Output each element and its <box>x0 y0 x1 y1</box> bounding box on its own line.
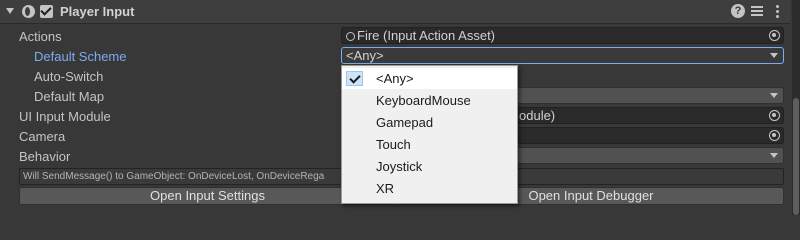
scheme-option-xr[interactable]: XR <box>342 178 517 199</box>
actions-label: Actions <box>19 29 62 44</box>
scheme-option-gamepad[interactable]: Gamepad <box>342 112 517 133</box>
scheme-option-keyboardmouse[interactable]: KeyboardMouse <box>342 90 517 111</box>
ui-input-module-label: UI Input Module <box>19 109 111 124</box>
object-picker-icon[interactable] <box>769 130 780 141</box>
open-input-settings-button[interactable]: Open Input Settings <box>19 187 396 205</box>
chevron-down-icon <box>770 153 778 158</box>
scheme-dropdown-menu: <Any> KeyboardMouse Gamepad Touch Joysti… <box>341 65 518 204</box>
option-label: <Any> <box>376 71 414 86</box>
scheme-option-any[interactable]: <Any> <box>342 68 517 89</box>
input-action-asset-icon <box>346 32 355 41</box>
component-enabled-checkbox[interactable] <box>40 5 53 18</box>
scheme-option-joystick[interactable]: Joystick <box>342 156 517 177</box>
presets-sliders-icon[interactable] <box>750 4 764 18</box>
option-label: Gamepad <box>376 115 434 130</box>
foldout-arrow-icon[interactable] <box>6 8 14 14</box>
option-label: Joystick <box>376 159 423 174</box>
object-picker-icon[interactable] <box>769 110 780 121</box>
default-scheme-dropdown[interactable]: <Any> <box>341 47 784 64</box>
help-icon[interactable]: ? <box>731 4 745 18</box>
chevron-down-icon <box>770 93 778 98</box>
player-input-icon <box>22 5 35 18</box>
behavior-label: Behavior <box>19 149 71 164</box>
option-label: Touch <box>376 137 411 152</box>
component-header: Player Input ? <box>0 0 790 24</box>
option-label: XR <box>376 181 395 196</box>
scheme-option-touch[interactable]: Touch <box>342 134 517 155</box>
ui-input-module-value: odule) <box>519 108 556 123</box>
chevron-down-icon <box>770 53 778 58</box>
inspector-scrollbar[interactable] <box>792 0 800 215</box>
actions-object-field[interactable]: Fire (Input Action Asset) <box>341 27 784 44</box>
kebab-menu-icon[interactable] <box>770 4 784 18</box>
default-scheme-label: Default Scheme <box>34 49 127 64</box>
component-title: Player Input <box>60 4 135 19</box>
auto-switch-label: Auto-Switch <box>34 69 104 84</box>
default-scheme-value: <Any> <box>346 48 384 63</box>
checkmark-icon <box>346 71 363 86</box>
camera-label: Camera <box>19 129 66 144</box>
object-picker-icon[interactable] <box>769 30 780 41</box>
default-map-label: Default Map <box>34 89 105 104</box>
scrollbar-thumb[interactable] <box>793 98 799 215</box>
actions-value: Fire (Input Action Asset) <box>357 28 496 43</box>
option-label: KeyboardMouse <box>376 93 471 108</box>
